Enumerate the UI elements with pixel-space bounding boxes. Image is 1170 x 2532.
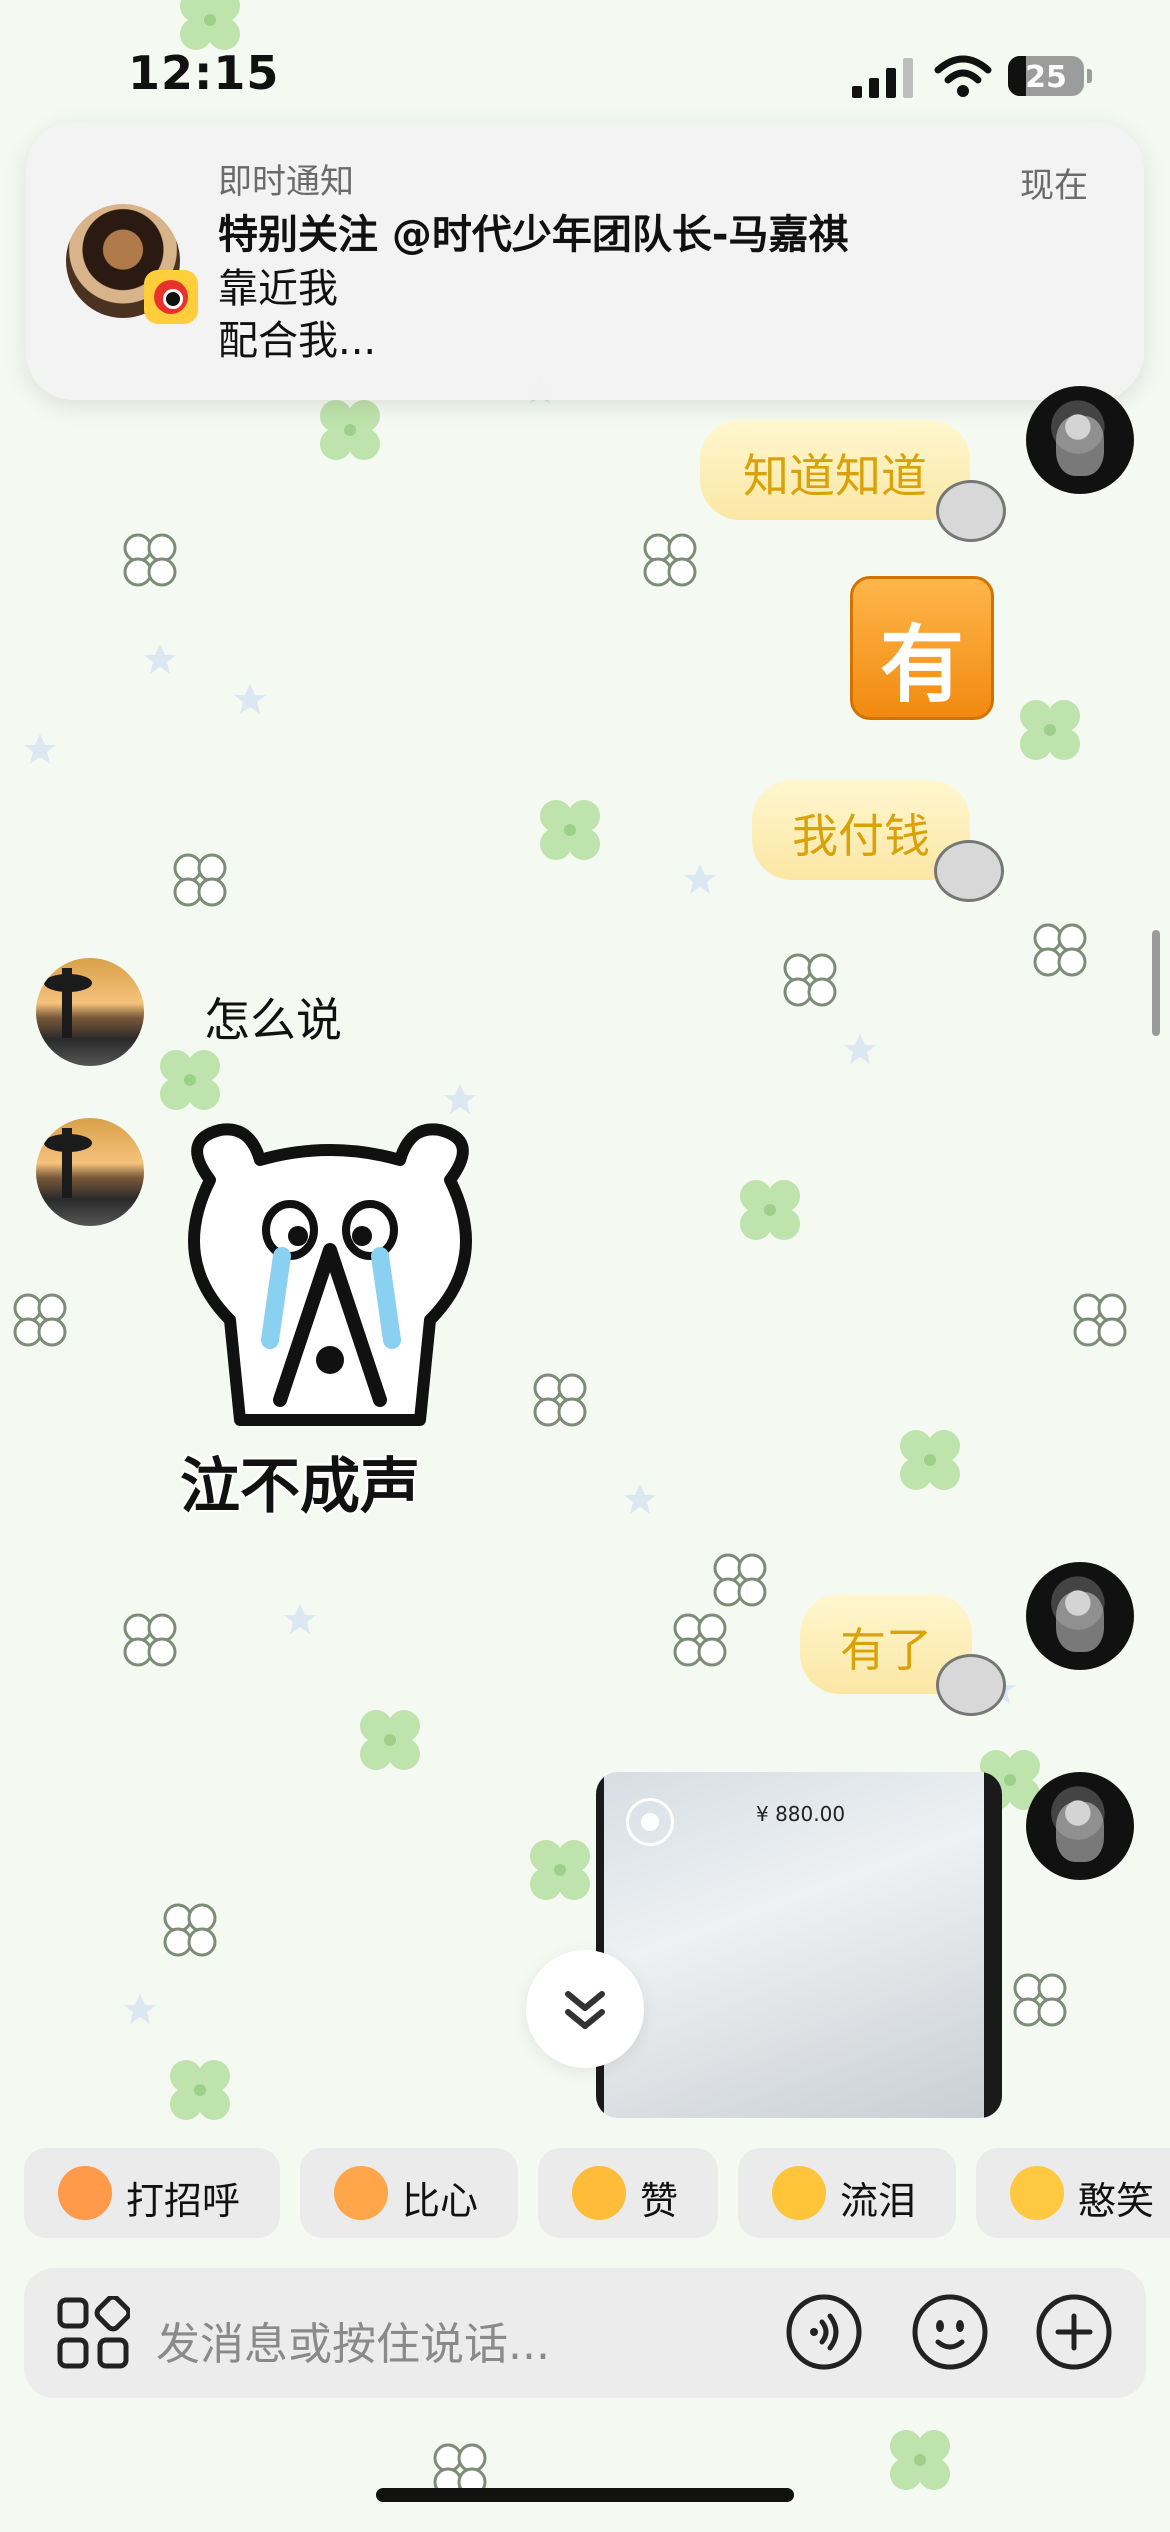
meme-caption: 泣不成声 (180, 1452, 420, 1522)
thumbs-up-emoji-icon (572, 2166, 626, 2220)
quick-reply-chip[interactable]: 打招呼 (24, 2148, 280, 2238)
quick-reply-label: 赞 (640, 2179, 679, 2223)
text-message[interactable]: 怎么说 (204, 984, 342, 1050)
apps-grid-icon[interactable] (56, 2296, 130, 2370)
sticker-text: 知道知道 (743, 449, 927, 503)
notification-line-2: 配合我... (218, 318, 377, 364)
message-input-bar: 发消息或按住说话... (24, 2268, 1146, 2398)
my-avatar[interactable] (1026, 386, 1134, 494)
cellular-signal-icon (852, 58, 913, 98)
mouse-sticker-icon (936, 1654, 1006, 1716)
scrollbar[interactable] (1152, 930, 1160, 1036)
sticker-message[interactable]: 有了 (800, 1594, 1006, 1716)
emoji-text: 有 (879, 616, 964, 714)
my-avatar[interactable] (1026, 1772, 1134, 1880)
contact-avatar[interactable] (36, 958, 144, 1066)
contact-avatar[interactable] (36, 1118, 144, 1226)
notification-title: 特别关注 @时代少年团队长-马嘉祺 (218, 212, 849, 258)
crying-bear-meme-image (188, 1123, 472, 1426)
quick-reply-chip[interactable]: 比心 (300, 2148, 518, 2238)
photo-amount-text: ¥ 880.00 (756, 1802, 846, 1826)
photo-message[interactable]: ¥ 880.00 (596, 1772, 1002, 2118)
quick-reply-label: 流泪 (840, 2179, 917, 2223)
notification-banner[interactable]: 即时通知 现在 特别关注 @时代少年团队长-马嘉祺 靠近我 配合我... (26, 122, 1144, 400)
quick-reply-bar: 打招呼 比心 赞 流泪 憨笑 (24, 2148, 1170, 2238)
notification-time: 现在 (1020, 166, 1088, 206)
plus-icon[interactable] (1034, 2292, 1114, 2372)
wave-emoji-icon (58, 2166, 112, 2220)
heart-hands-emoji-icon (334, 2166, 388, 2220)
quick-reply-chip[interactable]: 流泪 (738, 2148, 956, 2238)
scroll-to-bottom-button[interactable] (526, 1950, 644, 2068)
meme-sticker-message[interactable]: 泣不成声 (170, 1120, 490, 1530)
message-input[interactable]: 发消息或按住说话... (156, 2308, 550, 2372)
status-bar: 12:15 25 (0, 0, 1170, 140)
quick-reply-chip[interactable]: 憨笑 (976, 2148, 1170, 2238)
double-chevron-down-icon (565, 1991, 605, 2029)
mouse-sticker-icon (934, 840, 1004, 902)
quick-reply-label: 憨笑 (1078, 2179, 1155, 2223)
emoji-icon[interactable] (910, 2292, 990, 2372)
grin-emoji-icon (1010, 2166, 1064, 2220)
weibo-app-icon (144, 270, 198, 324)
quick-reply-label: 比心 (402, 2179, 479, 2223)
my-avatar[interactable] (1026, 1562, 1134, 1670)
quick-reply-label: 打招呼 (126, 2179, 241, 2223)
battery-level: 25 (1025, 60, 1067, 95)
sticker-message[interactable]: 我付钱 (752, 780, 1004, 902)
live-photo-icon (626, 1798, 674, 1846)
home-indicator[interactable] (376, 2488, 794, 2502)
crying-emoji-icon (772, 2166, 826, 2220)
notification-line-1: 靠近我 (218, 266, 338, 312)
sticker-message[interactable]: 知道知道 (700, 420, 1006, 542)
notification-app-label: 即时通知 (218, 162, 354, 202)
wifi-icon (934, 55, 992, 97)
battery-icon: 25 (1008, 56, 1092, 96)
mouse-sticker-icon (936, 480, 1006, 542)
emoji-message[interactable]: 有 (850, 576, 994, 720)
voice-icon[interactable] (784, 2292, 864, 2372)
quick-reply-chip[interactable]: 赞 (538, 2148, 718, 2238)
status-time: 12:15 (128, 46, 280, 100)
